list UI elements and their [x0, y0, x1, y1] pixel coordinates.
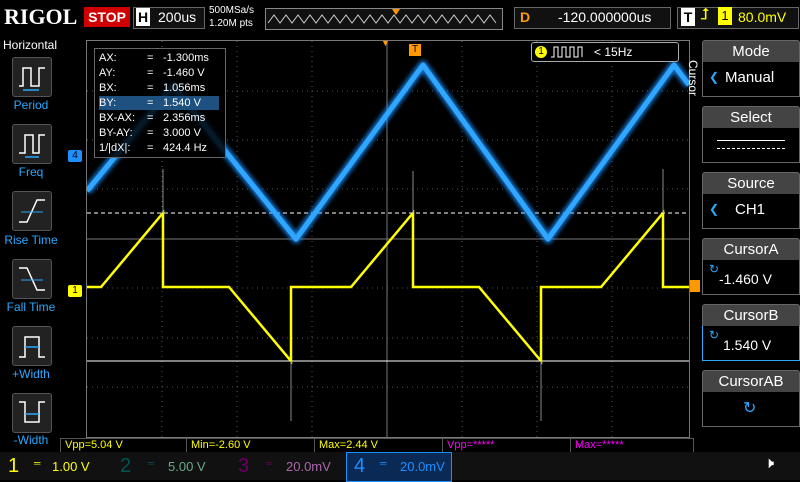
menu-vertical-label: Cursor: [686, 60, 700, 97]
trigger-level-value: 80.0mV: [738, 9, 787, 25]
trigger-level-marker[interactable]: [690, 280, 700, 292]
sample-rate: 500MSa/s: [209, 5, 255, 16]
measure-vpp-ch3: Vpp=*****: [442, 438, 572, 453]
measure-min-ch1: Min=-2.60 V: [186, 438, 316, 453]
select-menu-button[interactable]: [702, 128, 800, 163]
ch4-number[interactable]: 4: [354, 455, 365, 478]
memory-overview-strip: [265, 8, 503, 30]
mode-menu-button[interactable]: ❮ Manual: [702, 62, 800, 97]
fall-time-icon: [19, 267, 45, 291]
cursor-ab-menu-button[interactable]: ↻: [702, 392, 800, 427]
cursor-row: BX: = 1.056ms: [99, 82, 206, 94]
cursor-readout-panel: AX: = -1.300ms AY: = -1.460 V BX: = 1.056ms BY…: [94, 48, 226, 158]
delay-value: -120.000000us: [558, 9, 652, 25]
positive-width-icon: [19, 336, 45, 358]
brand-logo: RIGOL: [4, 4, 78, 29]
ch2-scale[interactable]: 5.00 V: [168, 459, 206, 474]
memory-depth: 1.20M pts: [209, 18, 253, 29]
ch2-coupling-icon: ═: [148, 458, 155, 468]
fall-time-measure-button[interactable]: [12, 259, 52, 299]
ch4-coupling-icon: ═: [380, 458, 387, 468]
ch1-number[interactable]: 1: [8, 455, 19, 478]
cursor-row: BX-AX: = 2.356ms: [99, 112, 206, 124]
left-menu-title: Horizontal: [2, 38, 58, 52]
cursor-b-menu-title: CursorB: [702, 304, 800, 327]
measure-vpp-ch1: Vpp=5.04 V: [60, 438, 190, 453]
run-stop-indicator[interactable]: STOP: [84, 7, 130, 27]
rotate-knob-icon: ↻: [709, 328, 720, 342]
measure-max-ch1: Max=2.44 V: [314, 438, 444, 453]
rotate-knob-icon: ↻: [709, 262, 720, 276]
cursor-row: AY: = -1.460 V: [99, 67, 205, 79]
period-measure-button[interactable]: [12, 57, 52, 97]
delay-letter: D: [519, 9, 531, 25]
period-icon: [19, 67, 45, 91]
trigger-letter: T: [681, 8, 695, 26]
positive-width-measure-button[interactable]: [12, 326, 52, 366]
cursor-a-menu-button[interactable]: ↻ -1.460 V: [702, 260, 800, 295]
trigger-channel-badge: 1: [718, 7, 732, 25]
source-menu-button[interactable]: ❮ CH1: [702, 194, 800, 229]
freq-label: Freq: [18, 165, 44, 179]
ch4-scale[interactable]: 20.0mV: [400, 459, 445, 474]
square-wave-icon: [551, 46, 583, 58]
cursor-row: BY-AY: = 3.000 V: [99, 127, 201, 139]
cursor-ab-menu-title: CursorAB: [702, 370, 800, 393]
cursor-row-selected: BY: = 1.540 V: [99, 96, 219, 110]
frequency-counter: 1 < 15Hz: [531, 42, 679, 62]
measure-max-ch3: Max=*****: [570, 438, 694, 453]
delay-position-arrow-icon: ▼: [381, 38, 390, 48]
source-menu-title: Source: [702, 172, 800, 195]
fall-time-label: Fall Time: [6, 300, 56, 314]
freq-measure-button[interactable]: [12, 124, 52, 164]
ch3-number[interactable]: 3: [238, 455, 249, 478]
cursor-dashed-line-icon: [717, 148, 785, 149]
memory-waveform-icon: [267, 9, 497, 24]
timebase-value: 200us: [158, 9, 197, 25]
ch1-offset-marker[interactable]: 1: [68, 285, 82, 297]
freq-icon: [19, 134, 45, 158]
period-label: Period: [13, 98, 49, 112]
trigger-position-marker[interactable]: T: [409, 44, 421, 56]
left-arrow-icon: ❮: [709, 202, 720, 216]
rise-time-label: Rise Time: [4, 233, 58, 247]
freq-channel-badge: 1: [535, 46, 547, 58]
negative-width-icon: [19, 401, 45, 423]
mode-menu-title: Mode: [702, 40, 800, 63]
horizontal-letter: H: [136, 8, 150, 26]
rising-edge-icon: ⮥: [700, 6, 710, 23]
freq-counter-value: < 15Hz: [594, 45, 633, 59]
rotate-knob-icon: ↻: [743, 400, 757, 417]
cursor-line-icon: [717, 140, 785, 141]
cursor-row: 1/|dX|: = 424.4 Hz: [99, 142, 208, 154]
ch3-coupling-icon: ═: [266, 458, 273, 468]
positive-width-label: +Width: [12, 367, 50, 381]
negative-width-measure-button[interactable]: [12, 393, 52, 433]
negative-width-label: -Width: [13, 433, 49, 447]
rise-time-icon: [19, 199, 45, 223]
ch4-offset-marker[interactable]: 4: [68, 150, 82, 162]
cursor-a-menu-title: CursorA: [702, 238, 800, 261]
cursor-b-menu-button[interactable]: ↻ 1.540 V: [702, 326, 800, 361]
speaker-muted-icon[interactable]: 🕨: [764, 455, 774, 473]
left-arrow-icon: ❮: [709, 70, 720, 84]
cursor-row: AX: = -1.300ms: [99, 52, 209, 64]
select-menu-title: Select: [702, 106, 800, 129]
ch3-scale[interactable]: 20.0mV: [286, 459, 331, 474]
ch1-scale[interactable]: 1.00 V: [52, 459, 90, 474]
rise-time-measure-button[interactable]: [12, 191, 52, 231]
ch2-number[interactable]: 2: [120, 455, 131, 478]
ch1-coupling-icon: ═: [34, 458, 41, 468]
